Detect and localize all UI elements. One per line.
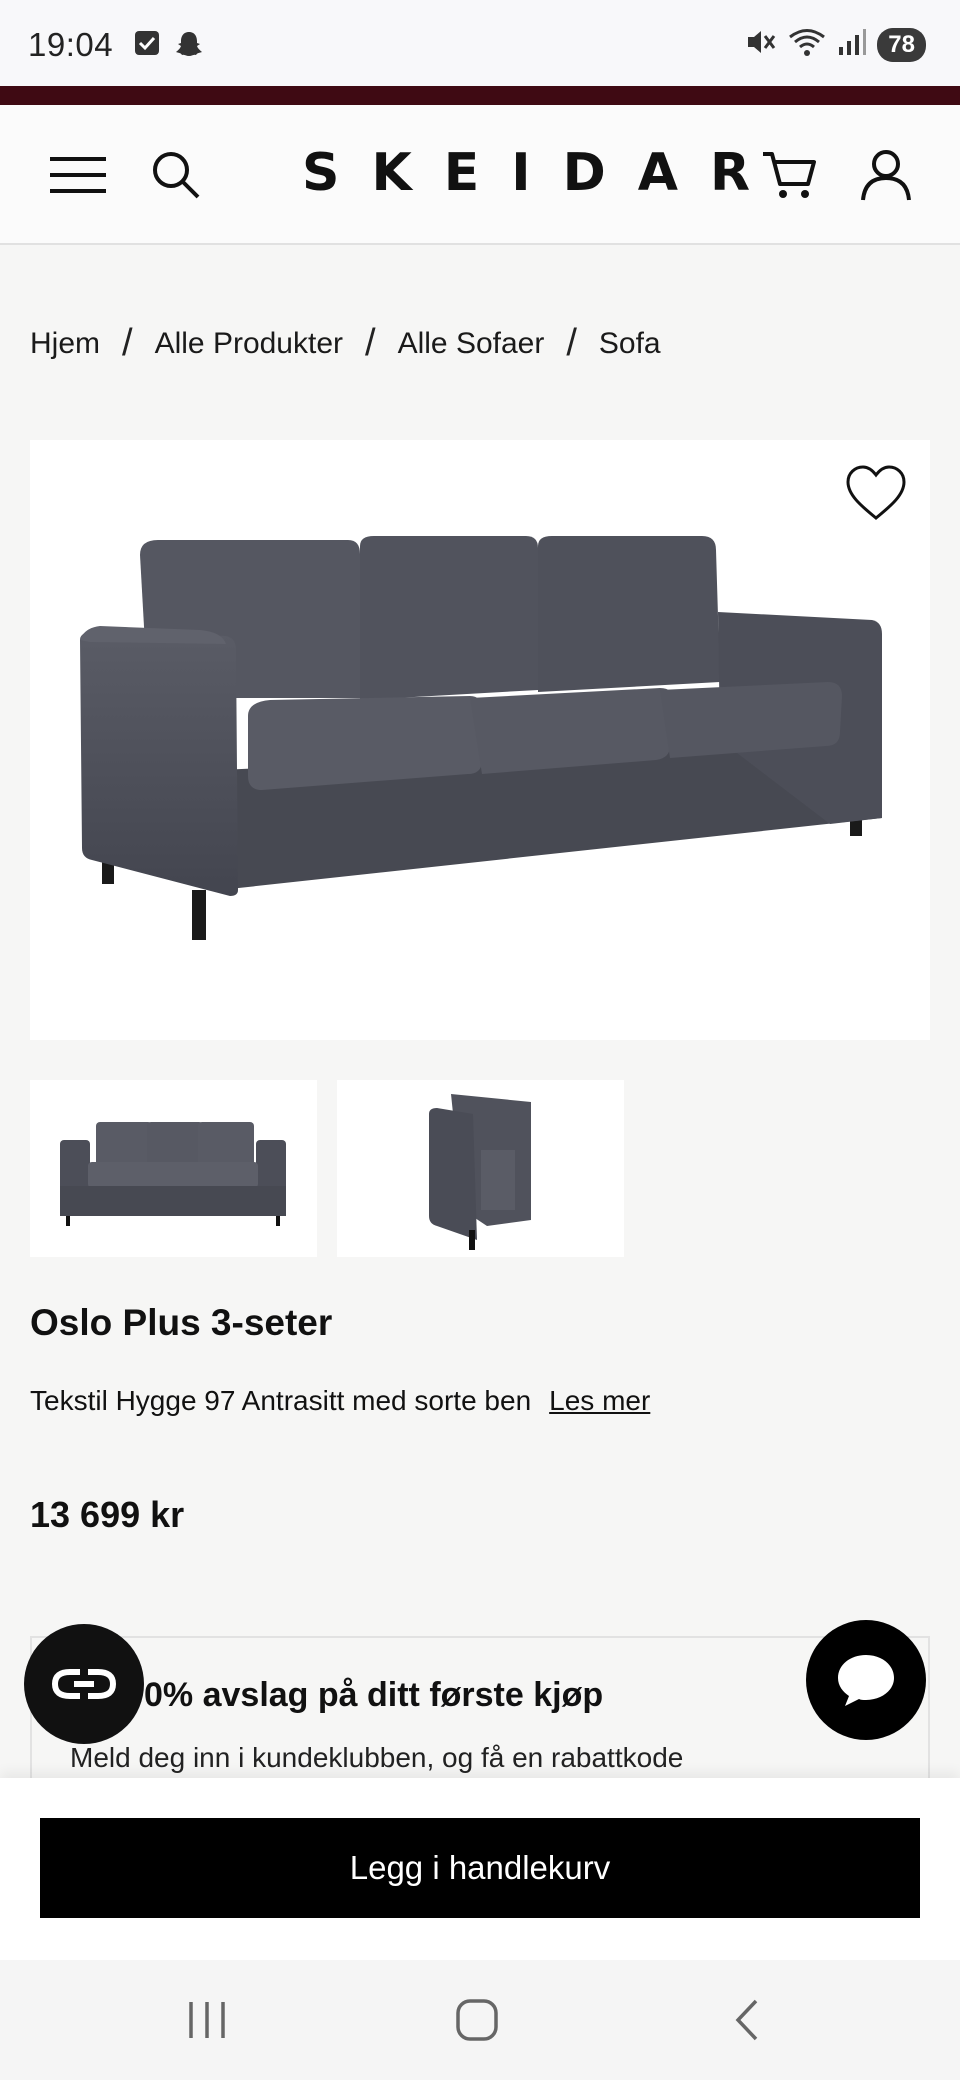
signal-icon xyxy=(837,27,867,62)
sofa-side-thumbnail[interactable] xyxy=(337,1080,624,1257)
sofa-image xyxy=(80,536,882,940)
read-more-link[interactable]: Les mer xyxy=(549,1385,650,1416)
promo-banner[interactable]: 0% avslag på ditt første kjøp Meld deg i… xyxy=(30,1636,930,1786)
menu-icon[interactable] xyxy=(48,145,108,205)
add-to-cart-bar: Legg i handlekurv xyxy=(0,1778,960,1960)
logo[interactable]: SKEIDAR xyxy=(270,143,750,203)
product-description-text: Tekstil Hygge 97 Antrasitt med sorte ben xyxy=(30,1385,532,1416)
system-nav-bar xyxy=(0,1960,960,2080)
status-bar: 19:04 78 xyxy=(0,0,960,86)
recent-apps-icon[interactable] xyxy=(172,1990,242,2050)
breadcrumb-separator: / xyxy=(566,322,577,364)
breadcrumb-all-sofas[interactable]: Alle Sofaer xyxy=(398,327,545,361)
user-icon[interactable] xyxy=(856,145,916,205)
sofa-front-image xyxy=(60,1122,286,1226)
site-header: SKEIDAR xyxy=(0,105,960,245)
product-main-image[interactable] xyxy=(30,440,930,1040)
home-icon[interactable] xyxy=(442,1990,512,2050)
battery-icon: 78 xyxy=(877,27,926,62)
back-icon[interactable] xyxy=(712,1990,782,2050)
promo-title: 0% avslag på ditt første kjøp xyxy=(144,1676,604,1714)
snapchat-icon xyxy=(174,30,204,63)
product-title: Oslo Plus 3-seter xyxy=(30,1302,333,1343)
status-right-icons: 78 xyxy=(745,26,926,63)
sofa-side-image xyxy=(429,1094,531,1250)
favorite-heart-icon[interactable] xyxy=(844,464,908,522)
promo-text: Meld deg inn i kundeklubben, og få en ra… xyxy=(70,1742,684,1773)
sofa-front-thumbnail[interactable] xyxy=(30,1080,317,1257)
product-price: 13 699 kr xyxy=(30,1494,185,1535)
cart-icon[interactable] xyxy=(760,145,820,205)
loyalty-link-icon[interactable] xyxy=(24,1624,144,1744)
checkbox-icon xyxy=(134,30,160,63)
breadcrumb-home[interactable]: Hjem xyxy=(30,327,100,361)
status-time: 19:04 xyxy=(28,26,114,63)
breadcrumb-separator: / xyxy=(365,322,376,364)
add-to-cart-button[interactable]: Legg i handlekurv xyxy=(40,1818,920,1918)
breadcrumb-separator: / xyxy=(122,322,133,364)
breadcrumb-sofa[interactable]: Sofa xyxy=(599,327,661,361)
breadcrumb: Hjem / Alle Produkter / Alle Sofaer / So… xyxy=(30,322,661,365)
chat-icon[interactable] xyxy=(806,1620,926,1740)
status-left-icons xyxy=(134,30,204,63)
wifi-icon xyxy=(787,26,827,63)
product-description: Tekstil Hygge 97 Antrasitt med sorte ben… xyxy=(30,1378,730,1424)
search-icon[interactable] xyxy=(146,145,206,205)
mute-icon xyxy=(745,27,777,62)
accent-bar xyxy=(0,86,960,105)
breadcrumb-all-products[interactable]: Alle Produkter xyxy=(155,327,343,361)
